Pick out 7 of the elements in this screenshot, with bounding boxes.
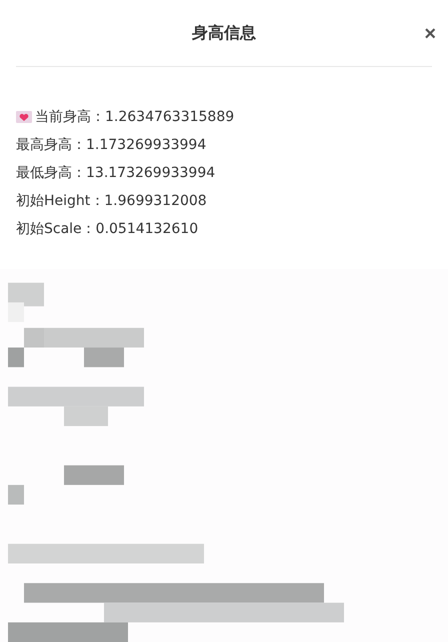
info-text: 初始Height：1.9699312008 — [16, 192, 207, 210]
close-button[interactable]: × — [422, 24, 438, 44]
dialog-title: 身高信息 — [192, 22, 256, 44]
info-text: 初始Scale：0.0514132610 — [16, 220, 198, 238]
info-text: 当前身高：1.2634763315889 — [35, 108, 234, 126]
info-text: 最低身高：13.173269933994 — [16, 164, 216, 182]
info-text: 最高身高：1.173269933994 — [16, 136, 206, 154]
